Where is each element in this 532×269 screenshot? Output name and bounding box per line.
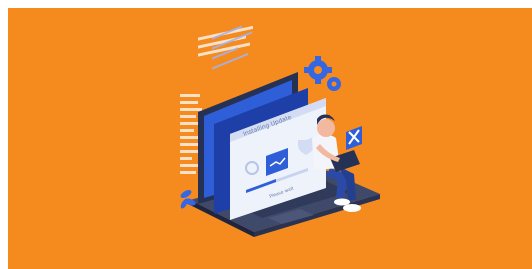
wrench-screwdriver-icon: [346, 126, 362, 150]
orange-banner: Installing Update Please wait: [8, 8, 532, 269]
image-frame: Installing Update Please wait: [0, 0, 532, 269]
illustration: Installing Update Please wait: [180, 25, 380, 237]
settings-cog-icon: [304, 56, 341, 91]
